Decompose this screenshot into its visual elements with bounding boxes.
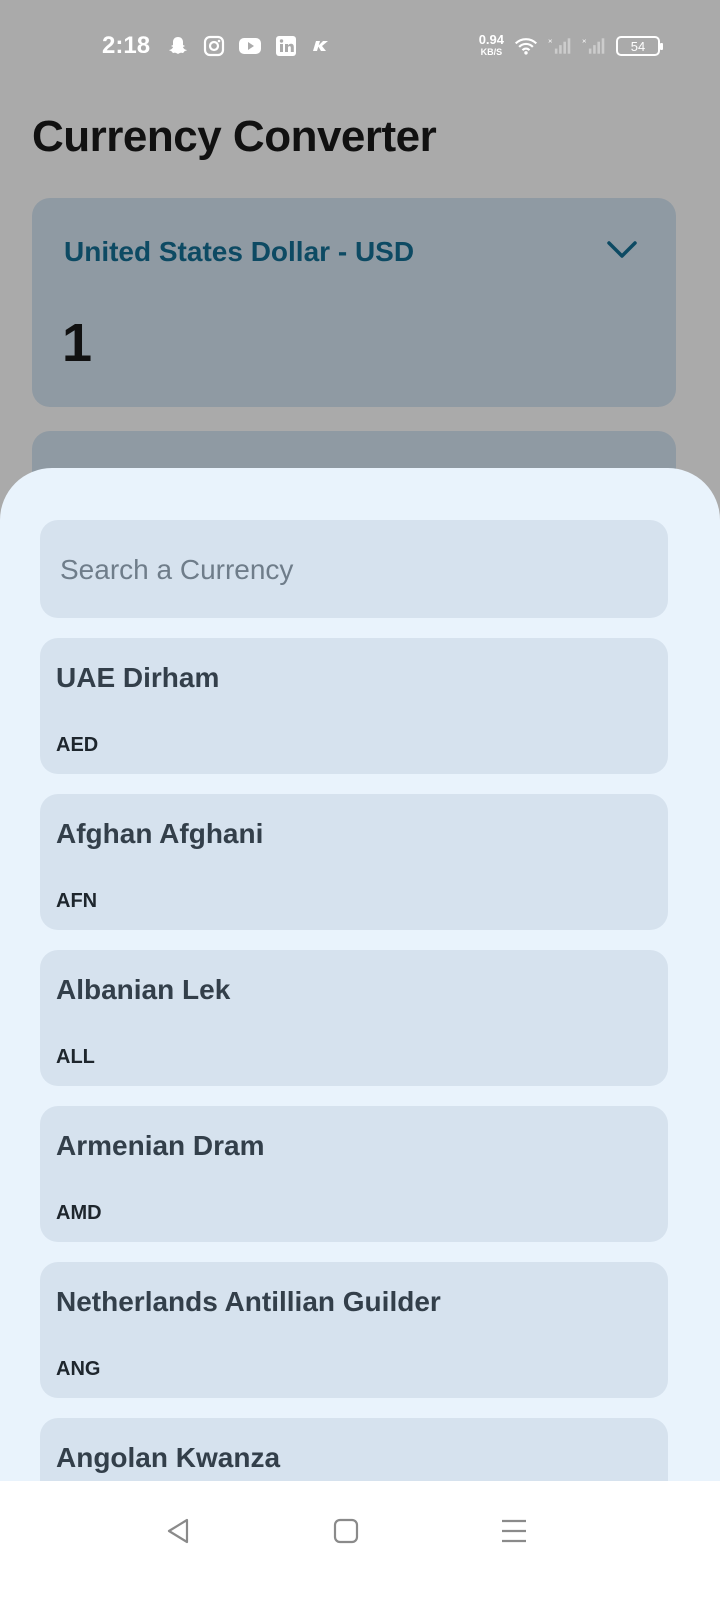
currency-name: Netherlands Antillian Guilder [56,1286,441,1317]
search-placeholder: Search a Currency [60,554,294,585]
svg-text:×: × [582,36,587,45]
currency-picker-sheet: Search a Currency UAE Dirham AED Afghan … [0,468,720,1600]
network-speed: 0.94 KB/S [478,32,504,58]
currency-code: AMD [56,1202,102,1224]
system-nav-bar [0,1481,720,1600]
amount-input[interactable]: 1 [62,312,92,374]
signal-icon-2: × [582,34,606,58]
from-currency-selector[interactable]: United States Dollar - USD [64,236,414,268]
list-item[interactable]: Armenian Dram AMD [40,1106,668,1242]
currency-code: ANG [56,1358,101,1380]
page-title: Currency Converter [32,112,437,161]
youtube-icon [238,34,262,58]
search-input[interactable]: Search a Currency [40,520,668,618]
wifi-icon [514,34,538,58]
currency-name: Albanian Lek [56,974,231,1005]
home-icon[interactable] [326,1511,366,1551]
from-currency-card[interactable]: United States Dollar - USD 1 [32,198,676,407]
list-item[interactable]: Albanian Lek ALL [40,950,668,1086]
currency-code: ALL [56,1046,95,1068]
currency-list: UAE Dirham AED Afghan Afghani AFN Albani… [40,638,668,1574]
chevron-down-icon[interactable] [606,238,638,262]
linkedin-icon [274,34,298,58]
signal-icon-1: × [548,34,572,58]
list-item[interactable]: UAE Dirham AED [40,638,668,774]
currency-code: AFN [56,890,98,912]
status-bar: 2:18 0.94 KB/S × × 54 [0,0,720,96]
list-item[interactable]: Netherlands Antillian Guilder ANG [40,1262,668,1398]
k-app-icon [310,34,334,58]
svg-text:×: × [548,36,553,45]
network-speed-unit: KB/S [480,47,503,57]
currency-name: Angolan Kwanza [56,1442,281,1473]
currency-name: Afghan Afghani [56,818,264,849]
currency-name: UAE Dirham [56,662,220,693]
notification-icons [166,34,334,58]
instagram-icon [202,34,226,58]
back-icon[interactable] [158,1511,198,1551]
status-time: 2:18 [102,32,151,59]
system-status-icons: 0.94 KB/S × × 54 [478,32,663,58]
currency-code: AED [56,734,99,756]
battery-indicator: 54 [616,36,663,56]
snapchat-icon [166,34,190,58]
list-item[interactable]: Afghan Afghani AFN [40,794,668,930]
currency-name: Armenian Dram [56,1130,265,1161]
menu-icon[interactable] [494,1511,534,1551]
network-speed-value: 0.94 [478,32,504,47]
